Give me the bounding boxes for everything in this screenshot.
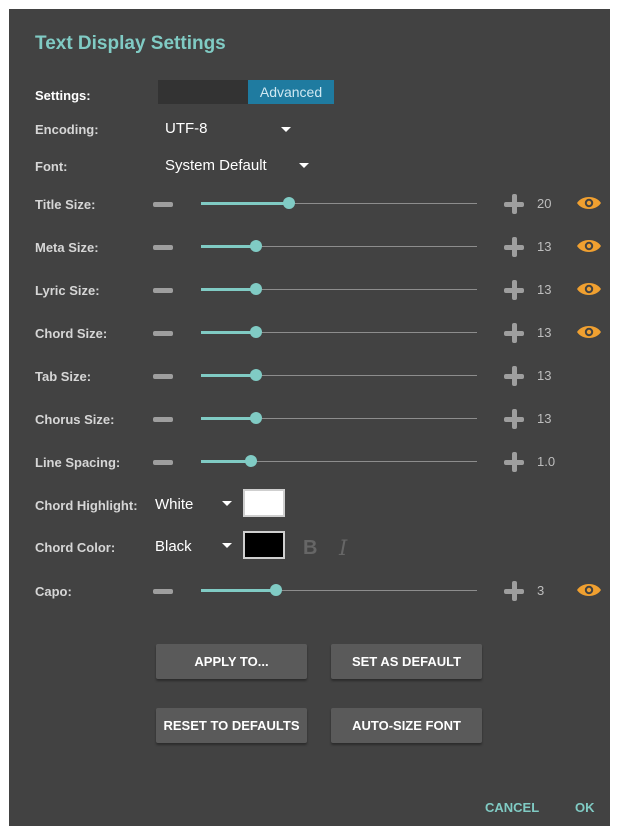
- line-spacing-value: 1.0: [537, 454, 556, 469]
- chord-highlight-chevron-down-icon[interactable]: [222, 501, 232, 506]
- encoding-dropdown[interactable]: UTF-8: [165, 120, 208, 137]
- chorus-size-label: Chorus Size:: [35, 412, 115, 427]
- line-spacing-plus-icon[interactable]: [504, 452, 524, 472]
- tab-size-value: 13: [537, 368, 552, 383]
- cancel-button[interactable]: CANCEL: [485, 800, 539, 815]
- line-spacing-slider-fill: [201, 460, 251, 463]
- chord-highlight-dropdown[interactable]: White: [155, 496, 193, 513]
- chord-color-chevron-down-icon[interactable]: [222, 543, 232, 548]
- settings-mode-advanced-option[interactable]: Advanced: [248, 80, 334, 104]
- lyric-size-slider-fill: [201, 288, 257, 291]
- ok-button[interactable]: OK: [575, 800, 595, 815]
- meta-size-plus-icon[interactable]: [504, 237, 524, 257]
- capo-plus-icon[interactable]: [504, 581, 524, 601]
- tab-size-label: Tab Size:: [35, 369, 92, 384]
- chord-size-slider-fill: [201, 331, 257, 334]
- lyric-size-label: Lyric Size:: [35, 283, 100, 298]
- lyric-size-minus-icon[interactable]: [153, 288, 173, 293]
- reset-to-defaults-button[interactable]: RESET TO DEFAULTS: [156, 708, 307, 743]
- tab-size-plus-icon[interactable]: [504, 366, 524, 386]
- title-size-value: 20: [537, 196, 552, 211]
- line-spacing-label: Line Spacing:: [35, 455, 121, 470]
- meta-size-visibility-eye-icon[interactable]: [576, 238, 602, 254]
- chorus-size-value: 13: [537, 411, 552, 426]
- line-spacing-slider[interactable]: [201, 455, 477, 467]
- tab-size-slider-fill: [201, 374, 257, 377]
- capo-label: Capo:: [35, 584, 72, 599]
- lyric-size-slider-thumb[interactable]: [250, 283, 263, 295]
- meta-size-slider-fill: [201, 245, 257, 248]
- capo-value: 3: [537, 583, 545, 598]
- chorus-size-slider-thumb[interactable]: [250, 412, 263, 424]
- tab-size-minus-icon[interactable]: [153, 374, 173, 379]
- chord-size-label: Chord Size:: [35, 326, 108, 341]
- bold-icon[interactable]: B: [303, 537, 317, 560]
- chord-color-swatch[interactable]: [243, 531, 285, 559]
- chord-color-label: Chord Color:: [35, 540, 116, 555]
- title-size-slider[interactable]: [201, 197, 477, 209]
- font-chevron-down-icon[interactable]: [299, 163, 309, 168]
- title-size-slider-thumb[interactable]: [283, 197, 296, 209]
- chord-size-value: 13: [537, 325, 552, 340]
- meta-size-slider[interactable]: [201, 240, 477, 252]
- title-size-label: Title Size:: [35, 197, 96, 212]
- text-display-settings-dialog: Text Display Settings Settings: Advanced…: [9, 9, 610, 826]
- font-dropdown[interactable]: System Default: [165, 157, 267, 174]
- chord-highlight-label: Chord Highlight:: [35, 498, 138, 513]
- chord-size-minus-icon[interactable]: [153, 331, 173, 336]
- encoding-chevron-down-icon[interactable]: [281, 127, 291, 132]
- set-as-default-button[interactable]: SET AS DEFAULT: [331, 644, 482, 679]
- settings-label: Settings:: [35, 88, 91, 103]
- encoding-label: Encoding:: [35, 122, 99, 137]
- chorus-size-plus-icon[interactable]: [504, 409, 524, 429]
- title-size-plus-icon[interactable]: [504, 194, 524, 214]
- meta-size-value: 13: [537, 239, 552, 254]
- dialog-title: Text Display Settings: [35, 33, 226, 54]
- lyric-size-plus-icon[interactable]: [504, 280, 524, 300]
- meta-size-label: Meta Size:: [35, 240, 99, 255]
- italic-icon[interactable]: I: [339, 536, 347, 560]
- lyric-size-value: 13: [537, 282, 552, 297]
- line-spacing-minus-icon[interactable]: [153, 460, 173, 465]
- capo-minus-icon[interactable]: [153, 589, 173, 594]
- title-size-slider-fill: [201, 202, 290, 205]
- chorus-size-slider-fill: [201, 417, 257, 420]
- chord-size-slider-thumb[interactable]: [250, 326, 263, 338]
- apply-to-button[interactable]: APPLY TO...: [156, 644, 307, 679]
- lyric-size-visibility-eye-icon[interactable]: [576, 281, 602, 297]
- auto-size-font-button[interactable]: AUTO-SIZE FONT: [331, 708, 482, 743]
- line-spacing-slider-thumb[interactable]: [244, 455, 257, 467]
- capo-slider-fill: [201, 589, 276, 592]
- capo-slider[interactable]: [201, 584, 477, 596]
- capo-slider-thumb[interactable]: [269, 584, 282, 596]
- meta-size-slider-thumb[interactable]: [250, 240, 263, 252]
- chord-highlight-color-swatch[interactable]: [243, 489, 285, 517]
- capo-visibility-eye-icon[interactable]: [576, 582, 602, 598]
- chord-size-visibility-eye-icon[interactable]: [576, 324, 602, 340]
- chord-size-slider[interactable]: [201, 326, 477, 338]
- tab-size-slider-thumb[interactable]: [250, 369, 263, 381]
- title-size-visibility-eye-icon[interactable]: [576, 195, 602, 211]
- tab-size-slider[interactable]: [201, 369, 477, 381]
- lyric-size-slider[interactable]: [201, 283, 477, 295]
- chord-size-plus-icon[interactable]: [504, 323, 524, 343]
- chorus-size-minus-icon[interactable]: [153, 417, 173, 422]
- chorus-size-slider[interactable]: [201, 412, 477, 424]
- title-size-minus-icon[interactable]: [153, 202, 173, 207]
- meta-size-minus-icon[interactable]: [153, 245, 173, 250]
- settings-mode-toggle[interactable]: Advanced: [158, 80, 334, 104]
- font-label: Font:: [35, 159, 68, 174]
- settings-mode-basic-option[interactable]: [158, 80, 248, 104]
- chord-color-dropdown[interactable]: Black: [155, 538, 192, 555]
